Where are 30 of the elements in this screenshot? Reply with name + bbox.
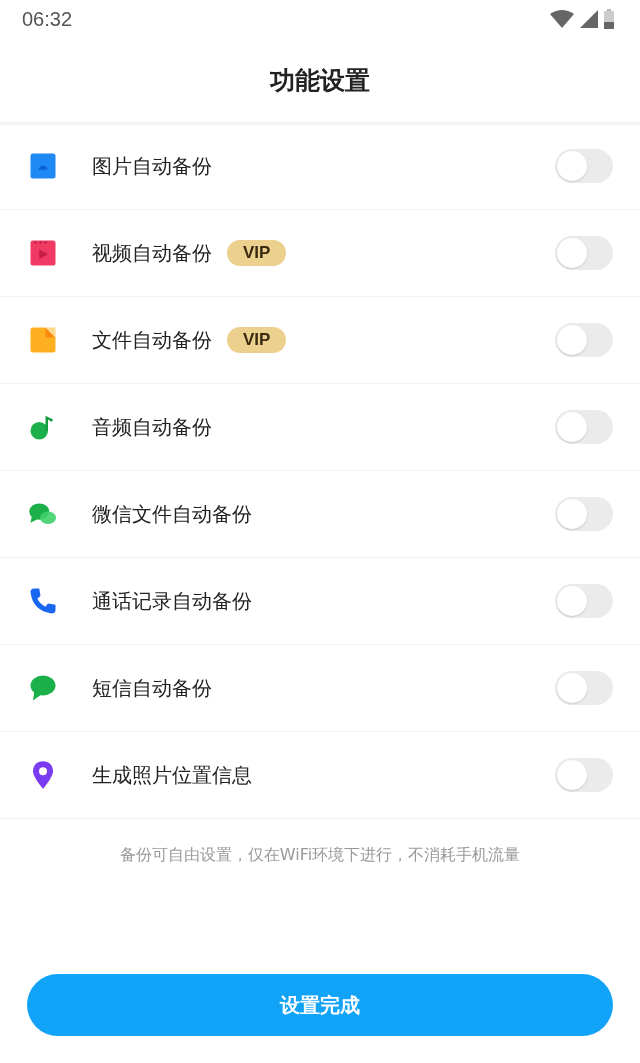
toggle-switch[interactable] [555, 236, 613, 270]
toggle-switch[interactable] [555, 671, 613, 705]
setting-label: 通话记录自动备份 [92, 587, 252, 615]
done-button[interactable]: 设置完成 [27, 974, 613, 1036]
setting-label: 文件自动备份 [92, 326, 212, 354]
video-icon [28, 238, 58, 268]
toggle-switch[interactable] [555, 410, 613, 444]
setting-label: 微信文件自动备份 [92, 500, 252, 528]
status-time: 06:32 [22, 7, 73, 31]
wifi-icon [550, 10, 574, 28]
vip-badge: VIP [227, 327, 287, 353]
toggle-switch[interactable] [555, 758, 613, 792]
setting-label: 音频自动备份 [92, 413, 212, 441]
page-title: 功能设置 [270, 64, 370, 97]
image-icon [28, 151, 58, 181]
toggle-switch[interactable] [555, 149, 613, 183]
signal-icon [580, 10, 598, 28]
toggle-switch[interactable] [555, 497, 613, 531]
setting-label: 生成照片位置信息 [92, 761, 252, 789]
vip-badge: VIP [227, 240, 287, 266]
setting-label: 图片自动备份 [92, 152, 212, 180]
document-icon [28, 325, 58, 355]
setting-label: 短信自动备份 [92, 674, 212, 702]
toggle-switch[interactable] [555, 323, 613, 357]
setting-label: 视频自动备份 [92, 239, 212, 267]
phone-icon [28, 586, 58, 616]
battery-icon [604, 9, 614, 29]
toggle-switch[interactable] [555, 584, 613, 618]
message-bubble-icon [28, 673, 58, 703]
footer-note: 备份可自由设置，仅在WiFi环境下进行，不消耗手机流量 [118, 845, 522, 866]
